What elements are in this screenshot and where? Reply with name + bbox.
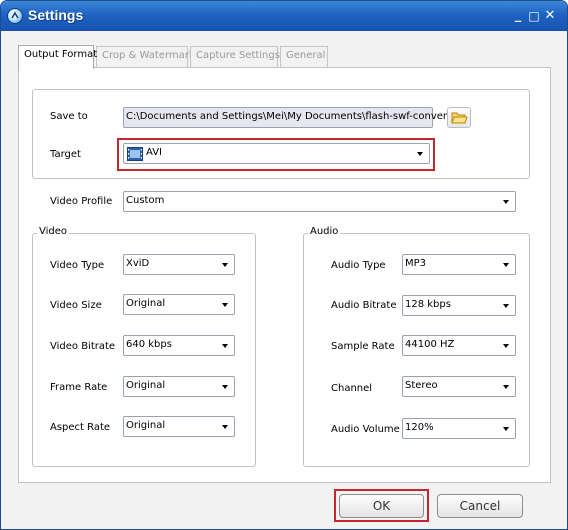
video-profile-label: Video Profile: [50, 196, 113, 207]
target-select[interactable]: AVI: [123, 143, 430, 164]
chevron-down-icon: [503, 385, 509, 389]
close-button[interactable]: ✕: [543, 9, 557, 23]
film-icon: [127, 147, 143, 161]
chevron-down-icon: [503, 344, 509, 348]
audio-type-value: MP3: [405, 258, 427, 269]
audio-type-label: Audio Type: [331, 260, 386, 271]
video-type-value: XviD: [126, 258, 150, 269]
tab-crop-watermark[interactable]: Crop & Watermark: [96, 46, 195, 68]
title-bar[interactable]: Settings _ □ ✕: [1, 1, 567, 31]
video-type-label: Video Type: [50, 260, 105, 271]
channel-select[interactable]: Stereo: [402, 376, 516, 397]
window-title: Settings: [28, 7, 84, 23]
audio-group-legend: Audio: [308, 226, 341, 237]
tab-output-format[interactable]: Output Format: [18, 45, 97, 69]
chevron-down-icon: [222, 303, 228, 307]
frame-rate-label: Frame Rate: [50, 382, 108, 393]
sample-rate-select[interactable]: 44100 HZ: [402, 335, 516, 356]
audio-bitrate-select[interactable]: 128 kbps: [402, 295, 516, 316]
channel-label: Channel: [331, 383, 373, 394]
video-size-value: Original: [126, 298, 166, 309]
tab-general[interactable]: General: [280, 46, 328, 68]
chevron-down-icon: [222, 263, 228, 267]
video-bitrate-label: Video Bitrate: [50, 341, 116, 352]
chevron-down-icon: [503, 263, 509, 267]
video-bitrate-value: 640 kbps: [126, 339, 172, 350]
save-to-path: C:\Documents and Settings\Mei\My Documen…: [126, 111, 451, 122]
video-bitrate-select[interactable]: 640 kbps: [123, 335, 235, 356]
target-value: AVI: [146, 147, 162, 158]
minimize-button[interactable]: _: [511, 9, 525, 23]
audio-bitrate-label: Audio Bitrate: [331, 300, 397, 311]
video-profile-value: Custom: [126, 195, 165, 206]
save-to-label: Save to: [50, 111, 88, 122]
video-type-select[interactable]: XviD: [123, 254, 235, 275]
chevron-down-icon: [417, 152, 423, 156]
save-to-field[interactable]: C:\Documents and Settings\Mei\My Documen…: [123, 107, 451, 128]
frame-rate-value: Original: [126, 380, 166, 391]
settings-window: Settings _ □ ✕ Output Format Crop & Wate…: [0, 0, 568, 530]
browse-folder-button[interactable]: [447, 107, 471, 128]
chevron-down-icon: [503, 427, 509, 431]
aspect-rate-value: Original: [126, 420, 166, 431]
video-size-label: Video Size: [50, 300, 102, 311]
settings-app-icon: [7, 8, 23, 24]
target-label: Target: [50, 149, 81, 160]
video-profile-select[interactable]: Custom: [123, 191, 516, 212]
video-group-legend: Video: [37, 226, 70, 237]
audio-volume-select[interactable]: 120%: [402, 418, 516, 439]
chevron-down-icon: [222, 344, 228, 348]
chevron-down-icon: [222, 425, 228, 429]
audio-volume-value: 120%: [405, 422, 434, 433]
aspect-rate-label: Aspect Rate: [50, 422, 111, 433]
chevron-down-icon: [222, 385, 228, 389]
audio-bitrate-value: 128 kbps: [405, 299, 451, 310]
audio-type-select[interactable]: MP3: [402, 254, 516, 275]
output-format-panel: Save to C:\Documents and Settings\Mei\My…: [18, 67, 551, 483]
tab-capture-settings[interactable]: Capture Settings: [190, 46, 280, 68]
frame-rate-select[interactable]: Original: [123, 376, 235, 397]
aspect-rate-select[interactable]: Original: [123, 416, 235, 437]
chevron-down-icon: [503, 304, 509, 308]
sample-rate-value: 44100 HZ: [405, 339, 455, 350]
video-size-select[interactable]: Original: [123, 294, 235, 315]
audio-volume-label: Audio Volume: [331, 424, 400, 435]
channel-value: Stereo: [405, 380, 438, 391]
ok-button[interactable]: OK: [339, 494, 424, 518]
folder-open-icon: [451, 112, 468, 124]
chevron-down-icon: [503, 200, 509, 204]
sample-rate-label: Sample Rate: [331, 341, 395, 352]
maximize-button[interactable]: □: [527, 9, 541, 23]
cancel-button[interactable]: Cancel: [437, 494, 523, 518]
